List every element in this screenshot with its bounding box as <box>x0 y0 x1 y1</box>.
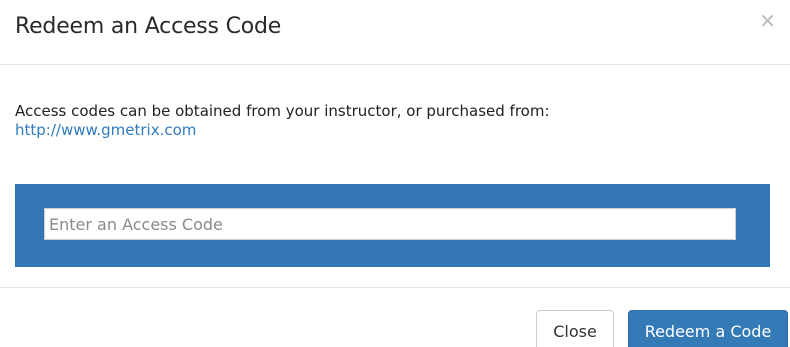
dialog-header: Redeem an Access Code × <box>0 0 790 65</box>
redeem-code-button[interactable]: Redeem a Code <box>628 310 788 347</box>
intro-text: Access codes can be obtained from your i… <box>15 102 550 120</box>
redeem-access-code-dialog: Redeem an Access Code × Access codes can… <box>0 0 790 347</box>
close-button[interactable]: Close <box>536 310 614 347</box>
dialog-footer: Close Redeem a Code <box>0 287 790 347</box>
close-icon[interactable]: × <box>759 10 776 30</box>
gmetrix-link[interactable]: http://www.gmetrix.com <box>15 121 196 139</box>
access-code-panel <box>15 184 770 267</box>
dialog-title: Redeem an Access Code <box>15 14 282 39</box>
access-code-input[interactable] <box>44 208 736 240</box>
